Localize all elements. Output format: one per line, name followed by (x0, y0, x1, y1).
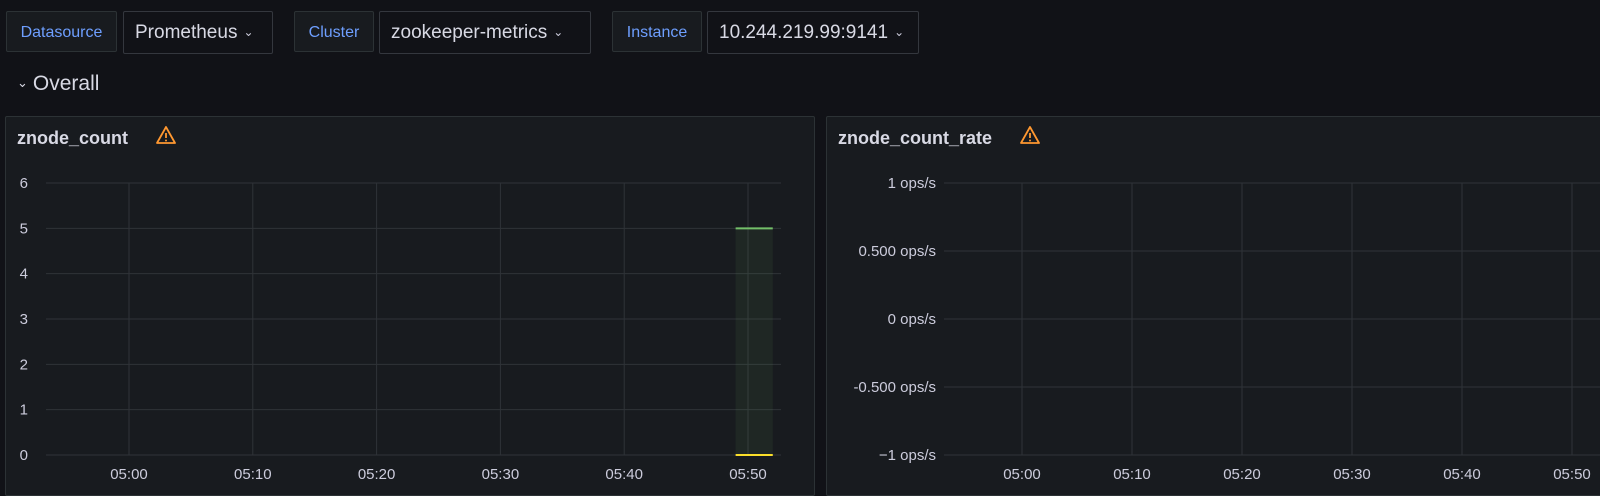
chart-znode-count: 0 1 2 3 4 5 6 05:00 05:10 05:20 05:30 05:40 05:50 (20, 175, 781, 483)
y-tick-label: 5 (20, 220, 28, 237)
chart-znode-count-rate: 1 ops/s 0.500 ops/s 0 ops/s -0.500 ops/s −1 … (853, 175, 1600, 483)
panel-znode-count-rate: znode_count_rate 1 ops/s 0.500 ops/s 0 ops… (826, 116, 1600, 496)
x-tick-label: 05:40 (605, 466, 643, 483)
y-tick-label: -0.500 ops/s (853, 379, 936, 396)
y-tick-label: 1 ops/s (888, 175, 936, 192)
x-tick-label: 05:50 (729, 466, 767, 483)
y-tick-label: 1 (20, 402, 28, 419)
x-tick-label: 05:10 (1113, 466, 1151, 483)
y-tick-label: 0 (20, 447, 28, 464)
y-tick-label: 4 (20, 266, 28, 283)
datasource-value: Prometheus (135, 22, 238, 43)
instance-value: 10.244.219.99:9141 (719, 22, 889, 43)
y-tick-label: 0 ops/s (888, 311, 936, 328)
y-tick-label: 0.500 ops/s (858, 243, 936, 260)
series-range-band (735, 228, 773, 455)
instance-select[interactable]: 10.244.219.99:9141 ⌄ (707, 11, 919, 54)
cluster-select[interactable]: zookeeper-metrics ⌄ (379, 11, 591, 54)
row-title: Overall (32, 72, 100, 95)
y-tick-label: 6 (20, 175, 28, 192)
datasource-select[interactable]: Prometheus ⌄ (123, 11, 273, 54)
row-toggle-overall[interactable]: ⌄ Overall (17, 72, 99, 96)
x-tick-label: 05:20 (358, 466, 396, 483)
x-tick-label: 05:30 (482, 466, 520, 483)
x-tick-label: 05:00 (110, 466, 148, 483)
x-tick-label: 05:50 (1553, 466, 1591, 483)
chevron-down-icon: ⌄ (553, 25, 564, 39)
chevron-down-icon: ⌄ (243, 25, 254, 39)
cluster-value: zookeeper-metrics (391, 22, 548, 43)
panel-znode-count: znode_count 0 1 2 3 4 5 6 05:00 05:10 05:20 05:30 0… (5, 116, 815, 496)
chevron-down-icon: ⌄ (17, 75, 28, 90)
y-tick-label: −1 ops/s (879, 447, 936, 464)
datasource-label: Datasource (6, 11, 117, 52)
y-tick-label: 3 (20, 311, 28, 328)
chevron-down-icon: ⌄ (894, 25, 905, 39)
x-tick-label: 05:40 (1443, 466, 1481, 483)
y-tick-label: 2 (20, 356, 28, 373)
x-tick-label: 05:00 (1003, 466, 1041, 483)
x-tick-label: 05:30 (1333, 466, 1371, 483)
instance-label: Instance (612, 11, 702, 52)
x-tick-label: 05:20 (1223, 466, 1261, 483)
x-tick-label: 05:10 (234, 466, 272, 483)
cluster-label: Cluster (294, 11, 374, 52)
